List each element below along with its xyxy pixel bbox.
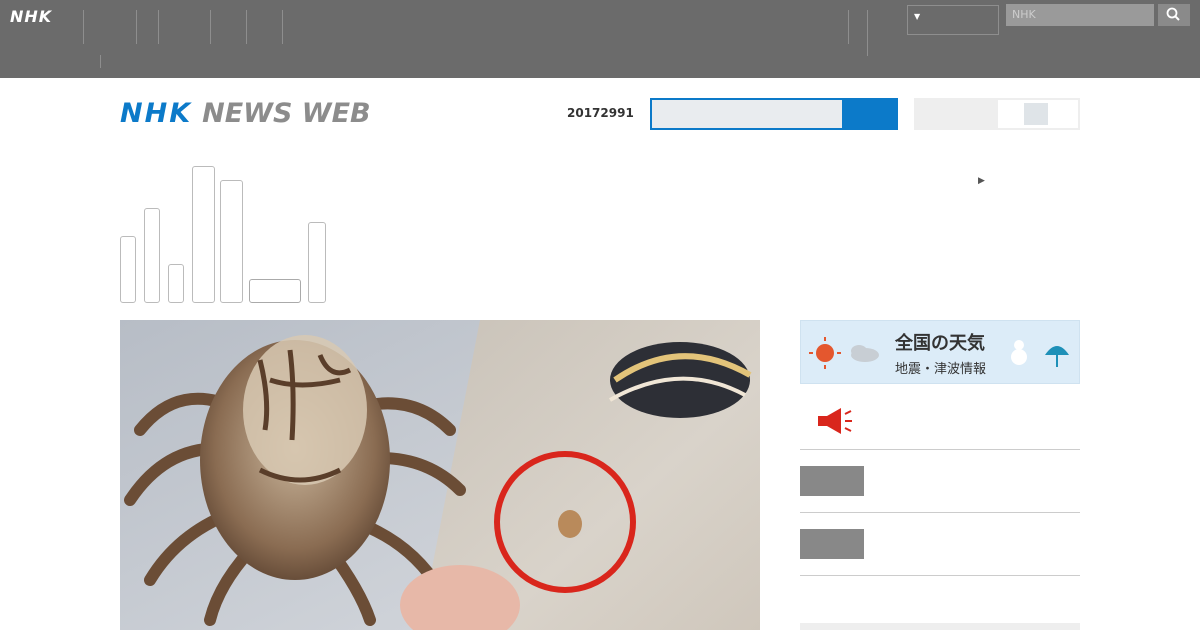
category-tab[interactable] — [192, 166, 215, 303]
side-item-label — [882, 534, 994, 558]
current-date: 20172991 — [567, 106, 634, 120]
global-nav-item-5[interactable] — [212, 8, 245, 36]
weather-banner[interactable]: 全国の天気 地震・津波情報 — [800, 320, 1080, 384]
logo-news-web-text: NEWS WEB — [202, 98, 371, 129]
weather-title: 全国の天気 — [895, 333, 985, 354]
prefecture-select[interactable]: ▼ — [907, 5, 999, 35]
nav-divider — [867, 10, 868, 56]
global-nav-item-4[interactable] — [160, 8, 204, 36]
nhk-global-logo[interactable]: NHK — [10, 7, 52, 26]
weather-subtitle: 地震・津波情報 — [895, 362, 987, 377]
triangle-right-icon: ▶ — [978, 176, 985, 186]
news-search-input[interactable] — [652, 100, 842, 128]
search-icon — [1166, 7, 1180, 21]
nav-divider — [158, 10, 159, 44]
global-nav-item-2[interactable] — [104, 8, 137, 36]
toggle-knob — [1024, 103, 1048, 125]
top-link[interactable]: ▶ — [978, 170, 1131, 190]
sun-icon — [809, 337, 879, 369]
global-nav-label — [212, 8, 245, 35]
side-item-alert[interactable] — [800, 392, 1080, 450]
nav-divider — [100, 55, 101, 68]
nav-divider — [848, 10, 849, 44]
nhk-search-input[interactable]: NHK — [1006, 4, 1154, 26]
category-tab[interactable] — [120, 236, 136, 303]
global-nav-right-item-2[interactable] — [871, 8, 904, 36]
nav-divider — [210, 10, 211, 44]
global-nav-label — [160, 8, 204, 35]
global-nav-label — [104, 8, 137, 35]
global-nav-label — [850, 20, 872, 47]
side-item-thumbnail — [800, 466, 864, 496]
news-search-box — [650, 98, 898, 130]
global-header-bar: NHK ▼ NHK — [0, 0, 1200, 78]
global-nav-item-1[interactable] — [84, 20, 106, 48]
global-nav-label — [871, 8, 904, 35]
search-placeholder: NHK — [1012, 8, 1036, 21]
nhk-search-button[interactable] — [1158, 4, 1190, 26]
global-nav-label — [84, 20, 106, 47]
side-item-3[interactable] — [800, 513, 1080, 576]
global-nav-label — [248, 8, 292, 49]
top-story-image[interactable] — [120, 320, 760, 630]
megaphone-icon — [818, 408, 852, 434]
nav-divider — [282, 10, 283, 44]
nav-divider — [246, 10, 247, 44]
side-item-label — [882, 471, 994, 495]
category-tab[interactable] — [308, 222, 326, 303]
toggle-switch[interactable] — [998, 100, 1078, 128]
category-tab-selected[interactable] — [249, 279, 301, 303]
menu-label — [936, 106, 1001, 125]
global-nav-right-item-1[interactable] — [850, 20, 872, 48]
menu-toggle[interactable] — [914, 98, 1080, 130]
side-item-2[interactable] — [800, 450, 1080, 513]
tick-photo — [120, 320, 760, 630]
nav-divider — [136, 10, 137, 44]
top-link-label — [991, 173, 1131, 189]
category-tab[interactable] — [220, 180, 243, 303]
global-nav-item-6[interactable] — [248, 8, 292, 50]
side-item-label — [882, 411, 1026, 435]
chevron-down-icon: ▼ — [914, 12, 921, 21]
category-tab[interactable] — [168, 264, 184, 303]
umbrella-icon — [1011, 340, 1069, 367]
nhk-news-web-logo[interactable]: NHK NEWS WEB — [120, 98, 371, 130]
side-item-thumbnail — [800, 529, 864, 559]
logo-nhk-text: NHK — [120, 98, 193, 129]
prefecture-select-value — [914, 19, 938, 36]
category-tab[interactable] — [144, 208, 160, 303]
side-panel-box — [800, 623, 1080, 630]
